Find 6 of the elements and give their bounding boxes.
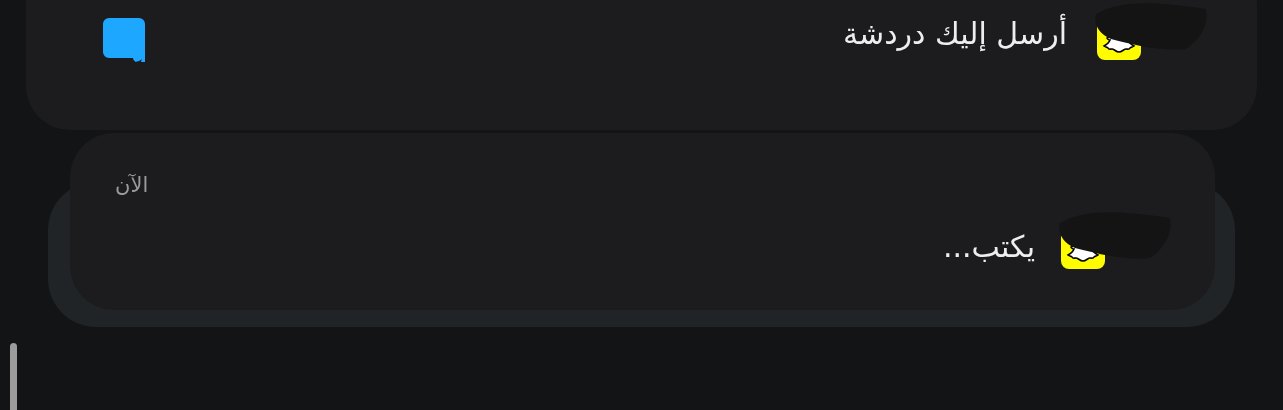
notification-message: يكتب... — [942, 229, 1035, 265]
chat-bubble-icon — [101, 16, 147, 64]
notification-card[interactable]: أرسل إليك دردشة — [26, 0, 1257, 130]
scroll-indicator — [10, 343, 17, 410]
notification-time: الآن — [115, 173, 150, 197]
notification-card[interactable]: الآن يكتب... — [70, 133, 1215, 310]
